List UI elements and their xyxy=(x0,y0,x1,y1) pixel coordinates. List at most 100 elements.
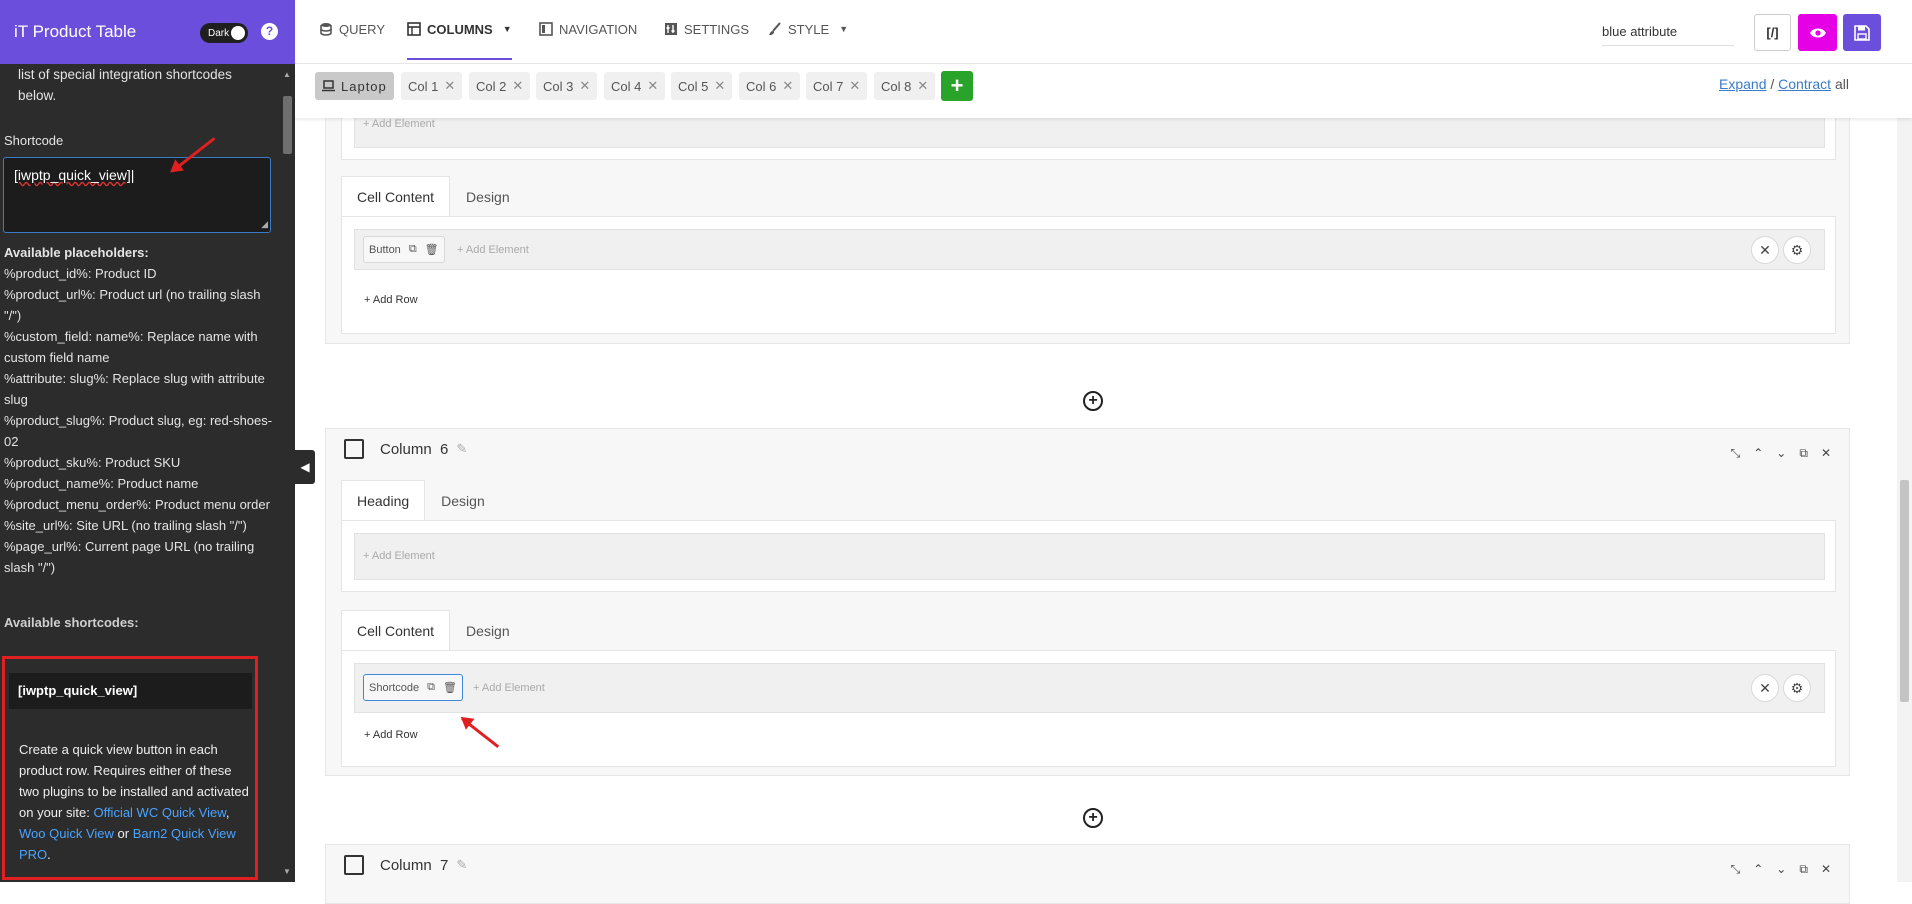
move-up-icon[interactable]: ⌃ xyxy=(1753,862,1763,877)
tab-query-label: QUERY xyxy=(339,21,385,37)
col-chip[interactable]: Col 5 ✕ xyxy=(671,72,733,100)
duplicate-icon[interactable]: ⧉ xyxy=(409,243,417,256)
col-chip[interactable]: Col 1 ✕ xyxy=(401,72,463,100)
col-chip[interactable]: Col 7 ✕ xyxy=(806,72,868,100)
add-element-link[interactable]: + Add Element xyxy=(473,682,545,694)
col-chip[interactable]: Col 6 ✕ xyxy=(739,72,801,100)
cell-tabs: Cell Content Design xyxy=(341,610,526,651)
collapse-sidebar-button[interactable]: ◀ xyxy=(295,450,315,484)
delete-column-icon[interactable]: ✕ xyxy=(1821,446,1831,461)
delete-icon[interactable]: 🗑 xyxy=(443,681,457,694)
tab-query[interactable]: QUERY xyxy=(319,0,385,58)
add-column-between-icon[interactable]: + xyxy=(1083,808,1103,828)
remove-col-icon[interactable]: ✕ xyxy=(782,78,793,94)
col-chip[interactable]: Col 3 ✕ xyxy=(536,72,598,100)
scrollbar-thumb[interactable] xyxy=(283,96,292,154)
cell-content-panel: Shortcode ⧉ 🗑 + Add Element ✕ ⚙ + Add Ro… xyxy=(341,650,1836,767)
main-scrollbar[interactable] xyxy=(1897,64,1912,882)
tab-navigation[interactable]: NAVIGATION xyxy=(539,0,637,58)
add-column-between-icon[interactable]: + xyxy=(1083,391,1103,411)
remove-col-icon[interactable]: ✕ xyxy=(512,78,523,94)
intro-text: list of special integration shortcodes b… xyxy=(18,67,232,103)
heading-panel: + Add Element xyxy=(341,520,1836,592)
col-chip[interactable]: Col 2 ✕ xyxy=(469,72,531,100)
column-number: 6 xyxy=(440,440,449,458)
tab-cell-content[interactable]: Cell Content xyxy=(341,610,451,651)
expand-link[interactable]: Expand xyxy=(1719,76,1766,92)
close-icon[interactable]: ✕ xyxy=(1751,236,1779,264)
sidebar-scrollbar[interactable]: ▲ ▼ xyxy=(280,64,295,882)
add-element-link[interactable]: + Add Element xyxy=(457,244,529,256)
column-title-text: Column xyxy=(380,440,432,458)
duplicate-column-icon[interactable]: ⧉ xyxy=(1799,446,1808,461)
resize-handle-icon[interactable]: ◢ xyxy=(261,219,268,230)
scroll-up-icon[interactable]: ▲ xyxy=(283,70,291,79)
duplicate-icon[interactable]: ⧉ xyxy=(427,681,435,694)
move-down-icon[interactable]: ⌄ xyxy=(1776,446,1786,461)
save-button[interactable] xyxy=(1843,14,1881,51)
column-number: 7 xyxy=(440,856,449,874)
period: . xyxy=(47,847,51,862)
tab-design[interactable]: Design xyxy=(425,480,501,521)
add-element-link[interactable]: + Add Element xyxy=(363,118,435,130)
tab-cell-content[interactable]: Cell Content xyxy=(341,176,451,217)
remove-col-icon[interactable]: ✕ xyxy=(917,78,928,94)
col-chip-label: Col 3 xyxy=(543,78,574,94)
contract-link[interactable]: Contract xyxy=(1778,76,1831,92)
preview-button[interactable] xyxy=(1798,14,1837,51)
remove-col-icon[interactable]: ✕ xyxy=(579,78,590,94)
edit-icon[interactable]: ✎ xyxy=(456,441,467,457)
tab-design[interactable]: Design xyxy=(450,610,526,651)
collapse-icon[interactable]: ⤡ xyxy=(1731,862,1741,877)
remove-col-icon[interactable]: ✕ xyxy=(444,78,455,94)
button-element[interactable]: Button ⧉ 🗑 xyxy=(363,236,445,263)
tab-heading[interactable]: Heading xyxy=(341,480,426,521)
placeholder-item: %product_url%: Product url (no trailing … xyxy=(4,287,261,323)
device-laptop-chip[interactable]: Laptop xyxy=(315,72,394,100)
add-column-button[interactable]: + xyxy=(941,71,973,101)
help-icon[interactable]: ? xyxy=(261,23,278,40)
shortcode-highlight-box: [iwptp_quick_view] Create a quick view b… xyxy=(2,656,258,880)
remove-col-icon[interactable]: ✕ xyxy=(647,78,658,94)
move-down-icon[interactable]: ⌄ xyxy=(1776,862,1786,877)
shortcode-element[interactable]: Shortcode ⧉ 🗑 xyxy=(363,674,463,701)
close-icon[interactable]: ✕ xyxy=(1751,674,1779,702)
tab-style[interactable]: STYLE ▼ xyxy=(768,0,848,58)
tab-design[interactable]: Design xyxy=(450,176,526,217)
edit-icon[interactable]: ✎ xyxy=(456,857,467,873)
add-row-link[interactable]: + Add Row xyxy=(364,294,418,306)
column-card-6: Column 6 ✎ ⤡ ⌃ ⌄ ⧉ ✕ Heading Design + Ad… xyxy=(325,428,1850,776)
tab-settings[interactable]: SETTINGS xyxy=(664,0,749,58)
official-wc-quick-view-link[interactable]: Official WC Quick View xyxy=(93,805,225,820)
shortcode-name[interactable]: [iwptp_quick_view] xyxy=(9,673,252,709)
row-settings-icon[interactable]: ⚙ xyxy=(1783,236,1811,264)
column-checkbox[interactable] xyxy=(344,439,364,459)
col-chip[interactable]: Col 4 ✕ xyxy=(604,72,666,100)
delete-column-icon[interactable]: ✕ xyxy=(1821,862,1831,877)
remove-col-icon[interactable]: ✕ xyxy=(714,78,725,94)
cell-content-panel: Button ⧉ 🗑 + Add Element ✕ ⚙ + Add Row xyxy=(341,216,1836,334)
add-row-link[interactable]: + Add Row xyxy=(364,729,418,741)
column-checkbox[interactable] xyxy=(344,855,364,875)
scroll-down-icon[interactable]: ▼ xyxy=(283,867,291,876)
col-chip[interactable]: Col 8 ✕ xyxy=(874,72,936,100)
woo-quick-view-link[interactable]: Woo Quick View xyxy=(19,826,114,841)
dark-mode-toggle[interactable]: Dark xyxy=(200,23,248,43)
tab-columns[interactable]: COLUMNS ▼ xyxy=(407,0,512,60)
placeholder-item: %attribute: slug%: Replace slug with att… xyxy=(4,371,265,407)
search-input[interactable] xyxy=(1602,18,1734,46)
placeholder-item: %site_url%: Site URL (no trailing slash … xyxy=(4,518,247,533)
duplicate-column-icon[interactable]: ⧉ xyxy=(1799,862,1808,877)
element-slot[interactable]: + Add Element xyxy=(354,533,1825,580)
shortcode-button[interactable]: [/] xyxy=(1754,14,1791,51)
scrollbar-thumb[interactable] xyxy=(1900,480,1909,702)
eye-icon xyxy=(1809,28,1826,37)
remove-col-icon[interactable]: ✕ xyxy=(849,78,860,94)
row-settings-icon[interactable]: ⚙ xyxy=(1783,674,1811,702)
collapse-icon[interactable]: ⤡ xyxy=(1731,446,1741,461)
delete-icon[interactable]: 🗑 xyxy=(425,243,439,256)
move-up-icon[interactable]: ⌃ xyxy=(1753,446,1763,461)
shortcode-value: [iwptp_quick_view] xyxy=(14,167,131,183)
shortcode-textarea[interactable]: [iwptp_quick_view]| ◢ xyxy=(3,157,271,233)
add-element-link[interactable]: + Add Element xyxy=(363,550,435,562)
